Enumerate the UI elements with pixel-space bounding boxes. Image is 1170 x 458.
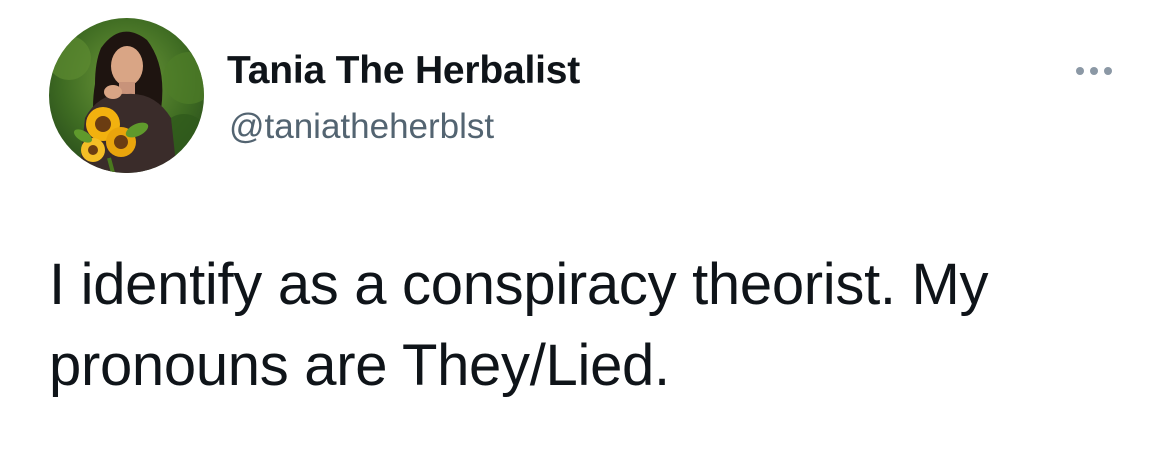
- tweet-card: Tania The Herbalist @taniatheherblst I i…: [0, 0, 1170, 458]
- avatar[interactable]: [49, 18, 204, 173]
- more-horizontal-icon: [1076, 67, 1112, 75]
- tweet-text: I identify as a conspiracy theorist. My …: [49, 252, 989, 398]
- author-display-name[interactable]: Tania The Herbalist: [227, 48, 580, 94]
- profile-photo-image: [49, 18, 204, 173]
- author-handle[interactable]: @taniatheherblst: [229, 106, 494, 148]
- more-options-button[interactable]: [1064, 53, 1124, 89]
